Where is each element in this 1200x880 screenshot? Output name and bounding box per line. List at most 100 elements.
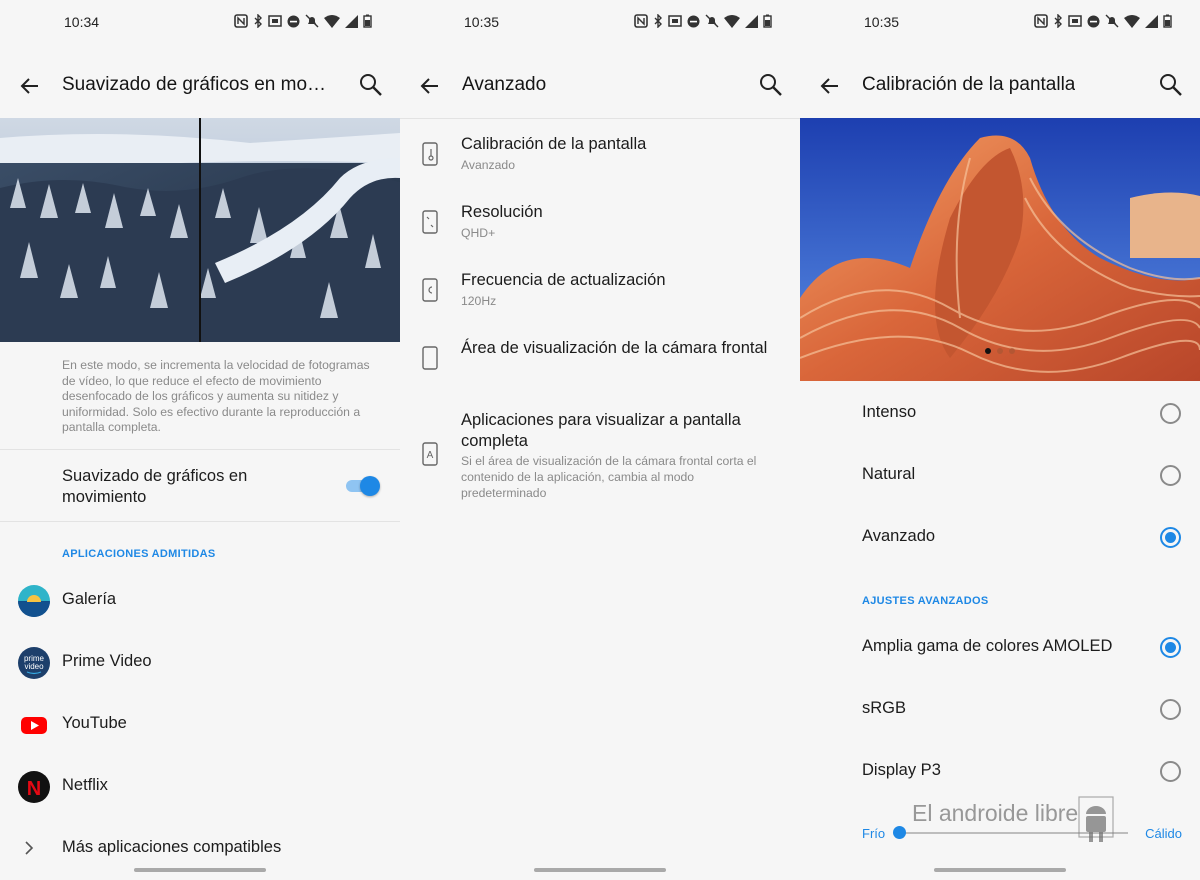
fullscreen-app-icon-letter: A [427, 450, 434, 461]
setting-refresh-rate[interactable]: Frecuencia de actualización 120Hz [400, 268, 800, 328]
setting-subtitle: QHD+ [461, 226, 496, 240]
gesture-bar[interactable] [934, 868, 1066, 872]
wifi-icon [724, 14, 740, 28]
fullscreen-app-icon: A [422, 442, 438, 466]
setting-subtitle: 120Hz [461, 294, 497, 308]
mode-avanzado-row[interactable]: Avanzado [800, 506, 1200, 568]
gamut-amoled-row[interactable]: Amplia gama de colores AMOLED [800, 616, 1200, 678]
slider-min-label: Frío [862, 826, 886, 841]
bluetooth-icon [1054, 14, 1062, 28]
app-row-gallery[interactable]: Galería [0, 570, 400, 632]
mode-intenso-row[interactable]: Intenso [800, 382, 1200, 444]
radio-display-p3[interactable] [1160, 761, 1181, 782]
thermometer-phone-icon [422, 142, 438, 166]
screen-record-icon [268, 15, 282, 27]
screen-record-icon [668, 15, 682, 27]
status-bar: 10:34 [0, 0, 400, 44]
back-arrow-icon[interactable] [818, 74, 842, 98]
battery-icon [763, 14, 772, 28]
screen-record-icon [1068, 15, 1082, 27]
radio-label: Natural [862, 465, 916, 483]
section-header-advanced-settings: AJUSTES AVANZADOS [862, 595, 989, 607]
android-robot-icon [1078, 796, 1114, 842]
app-row-netflix[interactable]: N Netflix [0, 756, 400, 818]
setting-fullscreen-apps[interactable]: A Aplicaciones para visualizar a pantall… [400, 408, 800, 508]
nfc-icon [1034, 14, 1048, 28]
netflix-icon-letter: N [27, 778, 41, 800]
setting-title: Resolución [461, 203, 543, 221]
app-label: Prime Video [62, 652, 152, 670]
gallery-icon [18, 585, 50, 617]
radio-label: Display P3 [862, 761, 941, 779]
search-icon[interactable] [358, 72, 384, 98]
prime-video-icon: prime video [18, 647, 50, 679]
wifi-icon [324, 14, 340, 28]
page-title: Suavizado de gráficos en movi... [62, 74, 334, 95]
bell-off-icon [1105, 14, 1119, 28]
setting-title: Frecuencia de actualización [461, 271, 666, 289]
radio-srgb[interactable] [1160, 699, 1181, 720]
page-title: Calibración de la pantalla [862, 74, 1076, 95]
gesture-bar[interactable] [134, 868, 266, 872]
search-icon[interactable] [1158, 72, 1184, 98]
back-arrow-icon[interactable] [18, 74, 42, 98]
status-bar: 10:35 [800, 0, 1200, 44]
back-arrow-icon[interactable] [418, 74, 442, 98]
signal-icon [1145, 14, 1158, 28]
setting-front-camera-area[interactable]: Área de visualización de la cámara front… [400, 336, 800, 396]
app-bar: Calibración de la pantalla [800, 60, 1200, 110]
youtube-icon [18, 709, 50, 741]
calibration-preview-image[interactable] [800, 118, 1200, 381]
status-time: 10:34 [64, 14, 100, 30]
do-not-disturb-icon [687, 15, 700, 27]
motion-smoothing-toggle[interactable] [346, 476, 380, 496]
status-icons [1034, 14, 1172, 28]
search-icon[interactable] [758, 72, 784, 98]
refresh-rate-icon [422, 278, 438, 302]
app-label: Galería [62, 590, 117, 608]
bluetooth-icon [254, 14, 262, 28]
gamut-srgb-row[interactable]: sRGB [800, 678, 1200, 740]
motion-smoothing-row[interactable]: Suavizado de gráficos en movimiento [0, 450, 400, 522]
radio-amoled[interactable] [1160, 637, 1181, 658]
nfc-icon [234, 14, 248, 28]
app-bar: Avanzado [400, 60, 800, 110]
screen-motion-smoothing: 10:34 Suavizado de gráficos en movi... E… [0, 0, 400, 880]
radio-natural[interactable] [1160, 465, 1181, 486]
radio-label: Avanzado [862, 527, 936, 545]
radio-intenso[interactable] [1160, 403, 1181, 424]
setting-screen-calibration[interactable]: Calibración de la pantalla Avanzado [400, 132, 800, 192]
chevron-right-icon [25, 841, 34, 855]
battery-icon [363, 14, 372, 28]
app-row-prime-video[interactable]: prime video Prime Video [0, 632, 400, 694]
radio-avanzado[interactable] [1160, 527, 1181, 548]
app-row-youtube[interactable]: YouTube [0, 694, 400, 756]
radio-label: Intenso [862, 403, 917, 421]
wifi-icon [1124, 14, 1140, 28]
app-label: YouTube [62, 714, 127, 732]
status-time: 10:35 [864, 14, 900, 30]
nfc-icon [634, 14, 648, 28]
gesture-bar[interactable] [534, 868, 666, 872]
bluetooth-icon [654, 14, 662, 28]
divider [0, 521, 400, 522]
setting-resolution[interactable]: Resolución QHD+ [400, 200, 800, 260]
netflix-icon: N [18, 771, 50, 803]
phone-outline-icon [422, 346, 438, 370]
divider [400, 118, 800, 119]
page-title: Avanzado [462, 74, 547, 95]
app-label: Netflix [62, 776, 108, 794]
status-time: 10:35 [464, 14, 500, 30]
do-not-disturb-icon [1087, 15, 1100, 27]
toggle-label: Suavizado de gráficos en movimiento [62, 467, 248, 506]
toggle-knob [360, 476, 380, 496]
slider-max-label: Cálido [1145, 826, 1182, 841]
setting-title: Área de visualización de la cámara front… [461, 339, 768, 357]
gamut-p3-row[interactable]: Display P3 [800, 740, 1200, 802]
setting-title: Calibración de la pantalla [461, 135, 647, 153]
slider-thumb[interactable] [893, 826, 906, 839]
section-header-supported-apps: APLICACIONES ADMITIDAS [62, 548, 216, 560]
mode-natural-row[interactable]: Natural [800, 444, 1200, 506]
resolution-icon [422, 210, 438, 234]
battery-icon [1163, 14, 1172, 28]
